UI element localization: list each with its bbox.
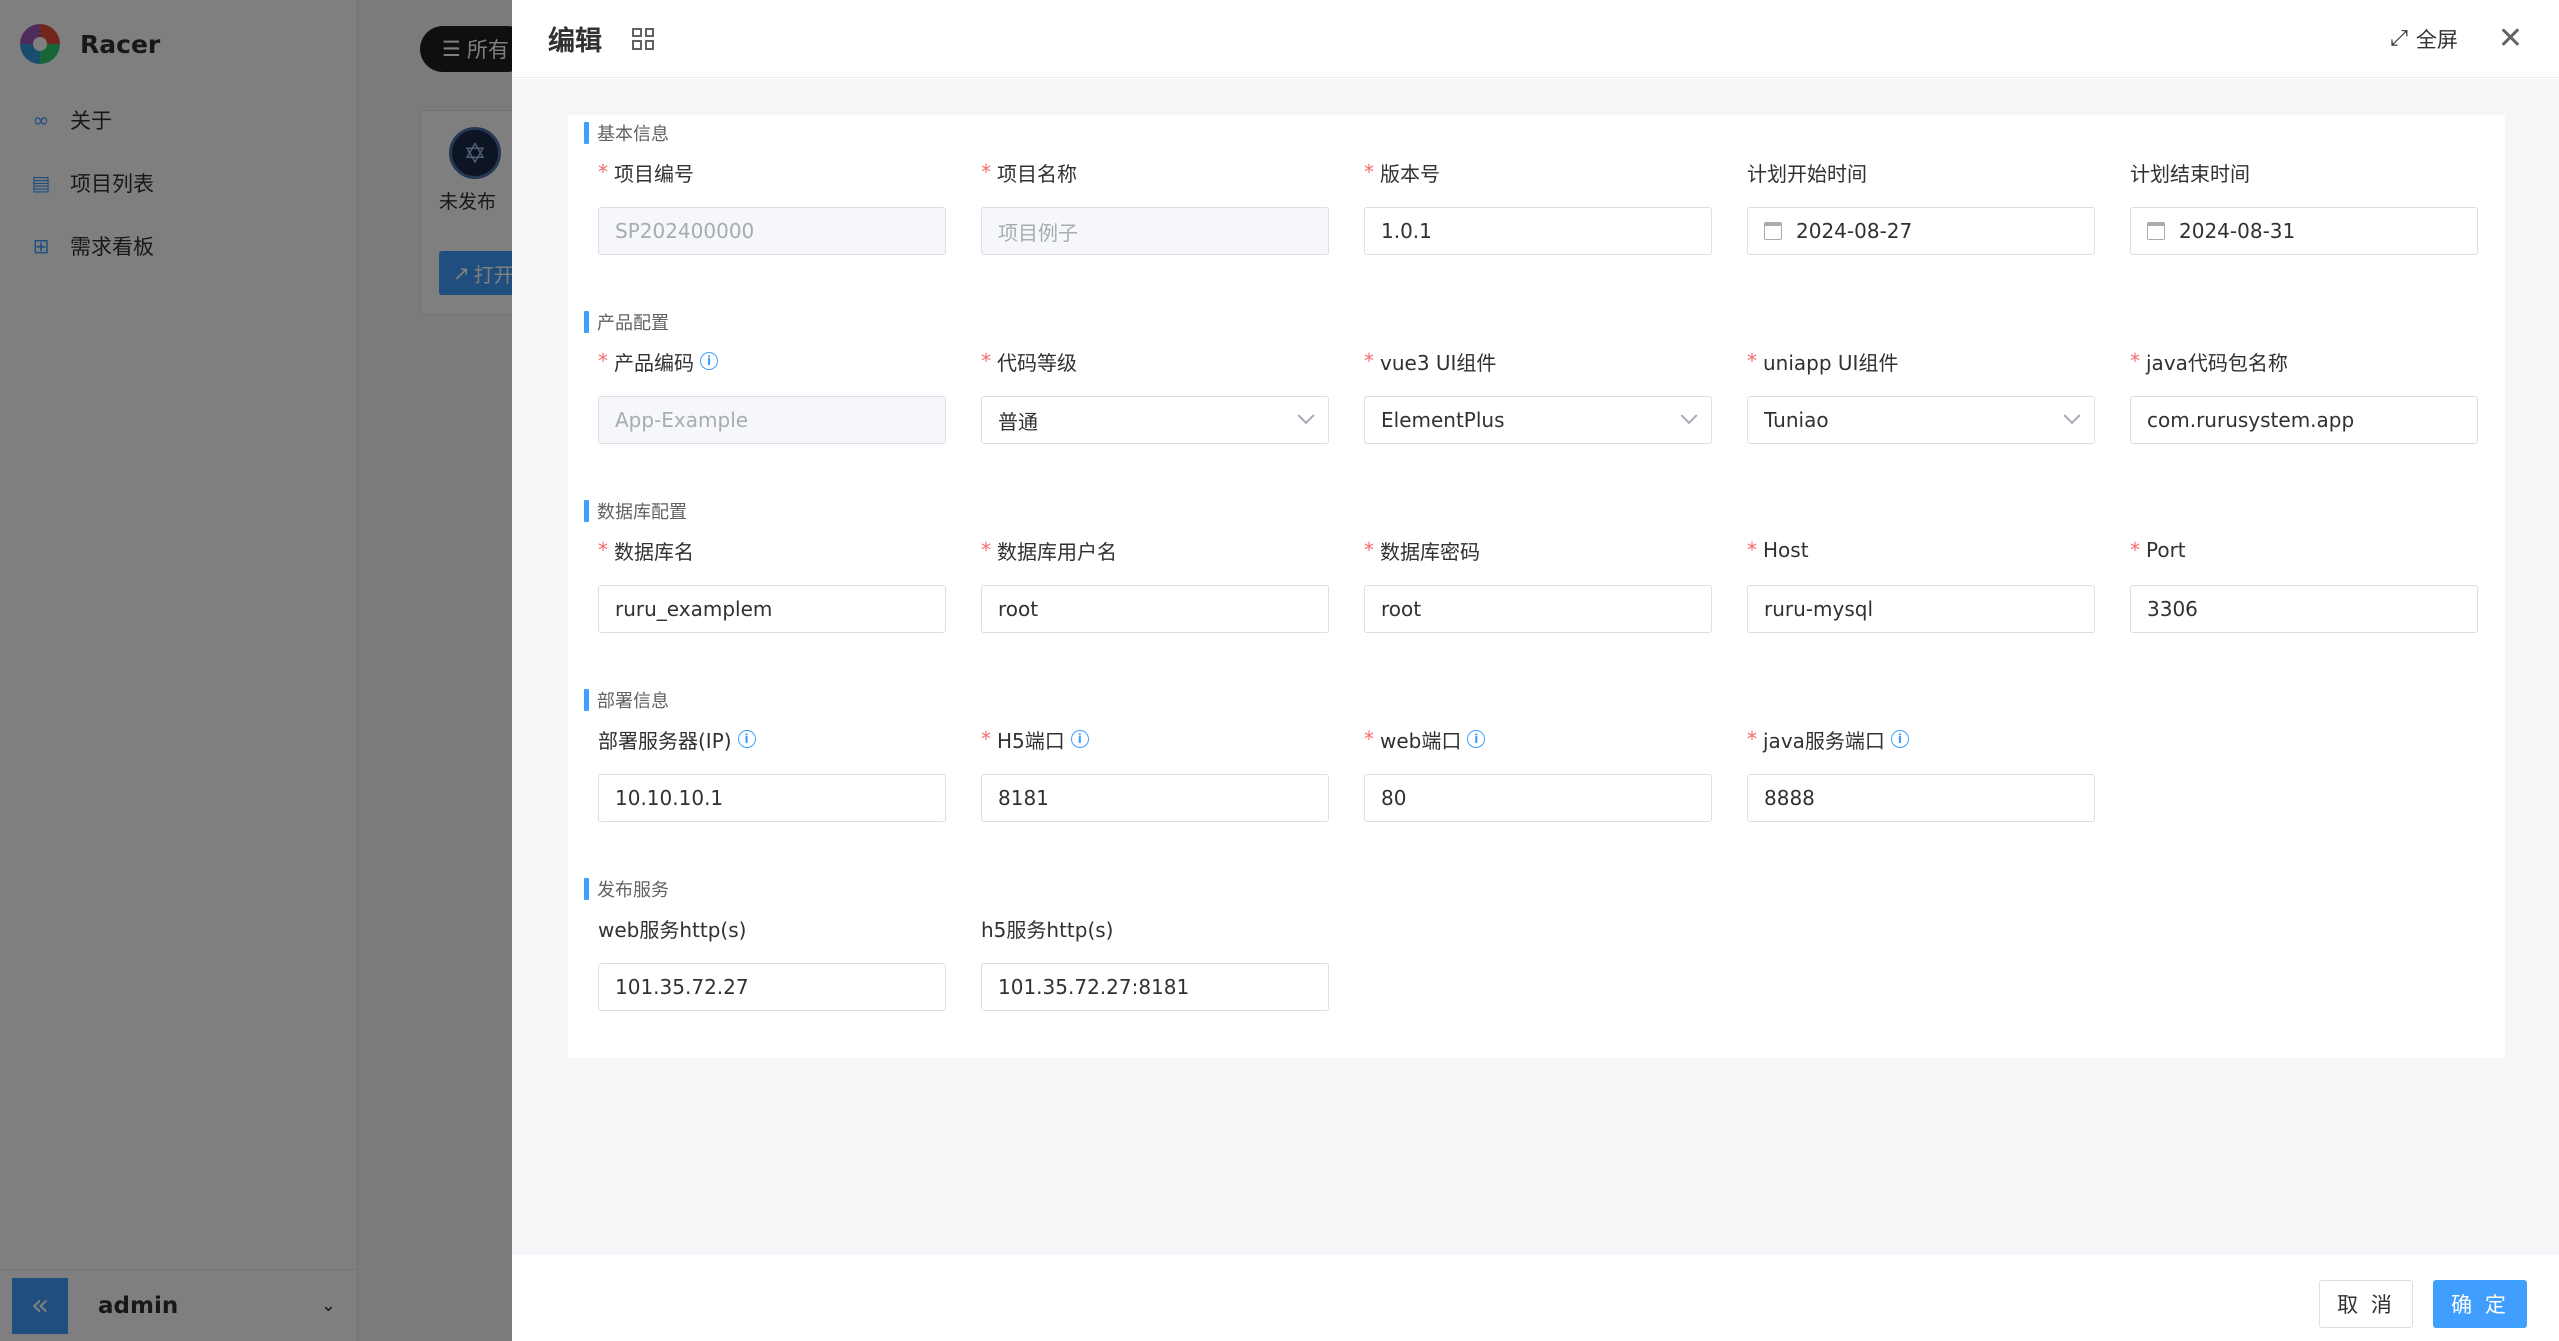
field-label: 产品编码 xyxy=(614,350,694,375)
java-port-input[interactable]: 8888 xyxy=(1747,774,2095,822)
cancel-button[interactable]: 取 消 xyxy=(2319,1280,2413,1328)
chevron-down-icon xyxy=(2063,407,2081,425)
info-icon[interactable]: i xyxy=(1890,730,1909,748)
section-basic-info: 基本信息 xyxy=(584,121,669,145)
db-host-input[interactable]: ruru-mysql xyxy=(1747,585,2095,633)
uniapp-ui-select[interactable]: Tuniao xyxy=(1747,396,2095,444)
field-h5-port: * H5端口 i 8181 xyxy=(981,724,1329,822)
field-label: 计划结束时间 xyxy=(2130,161,2250,186)
field-plan-start: 计划开始时间 2024-08-27 xyxy=(1747,157,2095,255)
info-icon[interactable]: i xyxy=(1467,730,1486,748)
info-icon[interactable]: i xyxy=(737,730,756,748)
expand-icon: ⤢ xyxy=(2390,26,2408,51)
field-label: 计划开始时间 xyxy=(1747,161,1867,186)
info-icon[interactable]: i xyxy=(1070,730,1089,748)
drawer-footer: 取 消 确 定 xyxy=(512,1253,2559,1341)
confirm-button[interactable]: 确 定 xyxy=(2433,1280,2527,1328)
field-db-host: * Host ruru-mysql xyxy=(1747,535,2095,633)
field-label: uniapp UI组件 xyxy=(1763,350,1899,375)
project-name-input: 项目例子 xyxy=(981,207,1329,255)
field-project-name: * 项目名称 项目例子 xyxy=(981,157,1329,255)
db-user-input[interactable]: root xyxy=(981,585,1329,633)
section-database-config: 数据库配置 xyxy=(584,499,687,523)
field-label: 项目名称 xyxy=(997,161,1077,186)
field-java-package: * java代码包名称 com.rurusystem.app xyxy=(2130,346,2478,444)
field-deploy-server: 部署服务器(IP) i 10.10.10.1 xyxy=(598,724,946,822)
field-h5-http: h5服务http(s) 101.35.72.27:8181 xyxy=(981,913,1329,1011)
field-db-name: * 数据库名 ruru_examplem xyxy=(598,535,946,633)
section-publish-service: 发布服务 xyxy=(584,877,669,901)
field-code-level: * 代码等级 普通 xyxy=(981,346,1329,444)
deploy-server-input[interactable]: 10.10.10.1 xyxy=(598,774,946,822)
field-label: 代码等级 xyxy=(997,350,1077,375)
field-label: H5端口 xyxy=(997,728,1065,753)
drawer-header: 编辑 ⤢ 全屏 ✕ xyxy=(512,0,2559,78)
field-db-password: * 数据库密码 root xyxy=(1364,535,1712,633)
field-label: web端口 xyxy=(1380,728,1462,753)
field-label: web服务http(s) xyxy=(598,917,747,942)
vue3-ui-select[interactable]: ElementPlus xyxy=(1364,396,1712,444)
field-label: 数据库用户名 xyxy=(997,539,1117,564)
info-icon[interactable]: i xyxy=(700,352,718,370)
field-web-port: * web端口 i 80 xyxy=(1364,724,1712,822)
field-label: vue3 UI组件 xyxy=(1380,350,1497,375)
chevron-down-icon xyxy=(1680,407,1698,425)
calendar-icon xyxy=(1764,222,1782,240)
java-package-input[interactable]: com.rurusystem.app xyxy=(2130,396,2478,444)
db-port-input[interactable]: 3306 xyxy=(2130,585,2478,633)
field-vue3-ui: * vue3 UI组件 ElementPlus xyxy=(1364,346,1712,444)
section-product-config: 产品配置 xyxy=(584,310,669,334)
web-http-input[interactable]: 101.35.72.27 xyxy=(598,963,946,1011)
field-label: java代码包名称 xyxy=(2146,350,2288,375)
field-project-code: * 项目编号 SP202400000 xyxy=(598,157,946,255)
h5-http-input[interactable]: 101.35.72.27:8181 xyxy=(981,963,1329,1011)
drawer-body: 基本信息 * 项目编号 SP202400000 * 项目名称 项目例子 * 版本号 1… xyxy=(512,79,2559,1253)
field-product-code: * 产品编码 i App-Example xyxy=(598,346,946,444)
fullscreen-button[interactable]: ⤢ 全屏 xyxy=(2390,24,2458,54)
qrcode-icon[interactable] xyxy=(632,27,654,50)
edit-drawer: 编辑 ⤢ 全屏 ✕ 基本信息 * 项目编号 SP202400000 * 项目名称 项… xyxy=(512,0,2559,1341)
field-label: 数据库名 xyxy=(614,539,694,564)
fullscreen-label: 全屏 xyxy=(2415,27,2458,52)
field-db-user: * 数据库用户名 root xyxy=(981,535,1329,633)
field-web-http: web服务http(s) 101.35.72.27 xyxy=(598,913,946,1011)
close-icon[interactable]: ✕ xyxy=(2498,23,2523,54)
field-label: h5服务http(s) xyxy=(981,917,1114,942)
field-plan-end: 计划结束时间 2024-08-31 xyxy=(2130,157,2478,255)
h5-port-input[interactable]: 8181 xyxy=(981,774,1329,822)
web-port-input[interactable]: 80 xyxy=(1364,774,1712,822)
drawer-title: 编辑 xyxy=(548,26,602,57)
db-name-input[interactable]: ruru_examplem xyxy=(598,585,946,633)
db-password-input[interactable]: root xyxy=(1364,585,1712,633)
field-label: 项目编号 xyxy=(614,161,694,186)
field-label: java服务端口 xyxy=(1763,728,1885,753)
field-label: Host xyxy=(1763,538,1809,562)
version-input[interactable]: 1.0.1 xyxy=(1364,207,1712,255)
field-label: 数据库密码 xyxy=(1380,539,1480,564)
plan-start-date-picker[interactable]: 2024-08-27 xyxy=(1747,207,2095,255)
field-java-port: * java服务端口 i 8888 xyxy=(1747,724,2095,822)
field-label: 版本号 xyxy=(1380,161,1440,186)
section-deploy-info: 部署信息 xyxy=(584,688,669,712)
product-code-input: App-Example xyxy=(598,396,946,444)
project-code-input: SP202400000 xyxy=(598,207,946,255)
field-uniapp-ui: * uniapp UI组件 Tuniao xyxy=(1747,346,2095,444)
edit-form: 基本信息 * 项目编号 SP202400000 * 项目名称 项目例子 * 版本号 1… xyxy=(568,115,2505,1058)
field-db-port: * Port 3306 xyxy=(2130,535,2478,633)
plan-end-date-picker[interactable]: 2024-08-31 xyxy=(2130,207,2478,255)
field-label: Port xyxy=(2146,538,2186,562)
chevron-down-icon xyxy=(1297,407,1315,425)
calendar-icon xyxy=(2147,222,2165,240)
field-version: * 版本号 1.0.1 xyxy=(1364,157,1712,255)
field-label: 部署服务器(IP) xyxy=(598,728,732,753)
code-level-select[interactable]: 普通 xyxy=(981,396,1329,444)
